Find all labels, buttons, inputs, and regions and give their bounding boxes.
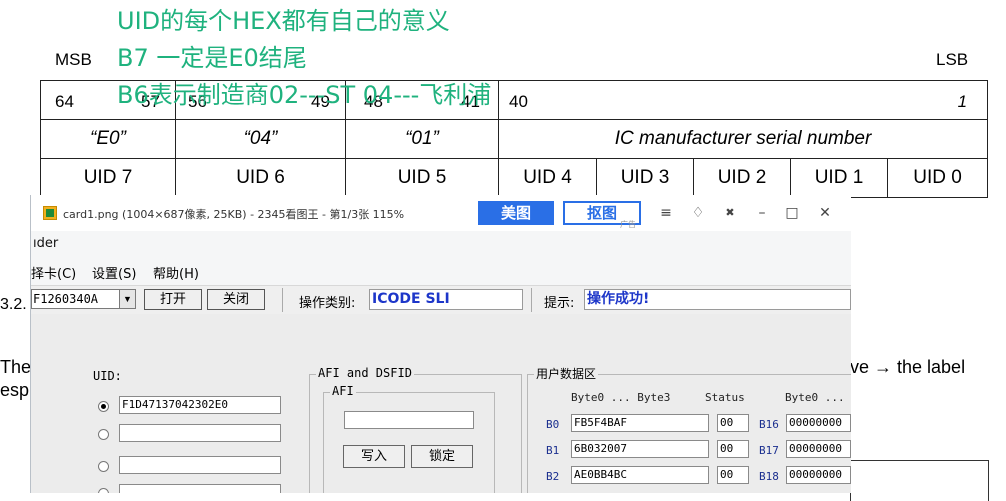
uid-byte-cell: UID 3 <box>596 158 694 198</box>
block-label: B0 <box>546 418 560 431</box>
toolbar-divider <box>531 288 532 312</box>
skin-icon[interactable]: ♢ <box>689 204 707 222</box>
column-header-status: Status <box>705 391 745 404</box>
menu-help[interactable]: 帮助(H) <box>153 263 199 282</box>
uid5-type-code: “01” <box>345 119 499 159</box>
block-label: B18 <box>759 470 779 483</box>
afi-write-button[interactable]: 写入 <box>343 445 405 468</box>
uid-byte-cell: UID 1 <box>790 158 888 198</box>
viewer-title: card1.png (1004×687像素, 25KB) - 2345看图王 -… <box>63 208 405 221</box>
shrink-icon[interactable]: ✖ <box>721 204 739 222</box>
block-status-field[interactable]: 00 <box>717 466 749 484</box>
document-box-fragment <box>850 460 989 501</box>
block-label: B16 <box>759 418 779 431</box>
uid-byte-row: UID 7 UID 6 UID 5 UID 4 UID 3 UID 2 UID … <box>40 158 989 198</box>
bit-label: 64 <box>55 92 74 111</box>
app-title: ıder <box>33 236 59 251</box>
afi-lock-button[interactable]: 锁定 <box>411 445 473 468</box>
block-label: B2 <box>546 470 560 483</box>
user-data-group-title: 用户数据区 <box>534 365 599 382</box>
uid-byte-cell: UID 6 <box>175 158 346 198</box>
uid-byte-cell: UID 7 <box>40 158 176 198</box>
menu-icon[interactable]: ≡ <box>657 204 675 222</box>
uid-group-title: UID: <box>93 369 122 383</box>
block-data-field[interactable]: AE0BB4BC <box>571 466 709 484</box>
image-file-icon <box>43 206 57 220</box>
minimize-icon[interactable]: – <box>753 204 771 222</box>
afi-dsfid-group-title: AFI and DSFID <box>316 366 414 380</box>
close-button[interactable]: 关闭 <box>207 289 265 310</box>
block-label: B17 <box>759 444 779 457</box>
uid-byte-cell: UID 0 <box>886 158 989 198</box>
maximize-icon[interactable]: □ <box>783 204 801 222</box>
toolbar-divider <box>282 288 283 312</box>
serial-number-label: IC manufacturer serial number <box>497 119 989 159</box>
section-number-fragment: 3.2. <box>0 296 27 313</box>
annotation-line-1: UID的每个HEX都有自己的意义 <box>117 7 450 35</box>
hint-field: 操作成功! <box>584 289 851 310</box>
annotation-line-2: B7 一定是E0结尾 <box>117 44 307 72</box>
bit-label: 40 <box>509 92 528 111</box>
close-icon[interactable]: ✕ <box>816 204 834 222</box>
uid-byte-cell: UID 2 <box>693 158 791 198</box>
reader-toolbar: F1260340A ▼ 打开 关闭 操作类别: ICODE SLI 提示: 操作… <box>31 285 851 314</box>
chevron-down-icon[interactable]: ▼ <box>119 289 136 309</box>
menu-settings[interactable]: 设置(S) <box>92 263 136 282</box>
uid-radio-2[interactable] <box>98 429 109 440</box>
value-row: “E0” “04” “01” IC manufacturer serial nu… <box>40 119 989 159</box>
paragraph-fragment-right: ive → the label <box>846 357 966 377</box>
menu-select-card[interactable]: 择卡(C) <box>31 263 76 282</box>
paragraph-fragment-left: esp <box>0 380 30 400</box>
uid-radio-3[interactable] <box>98 461 109 472</box>
column-header-bytes-2: Byte0 ... <box>785 391 845 404</box>
uid-field-4[interactable] <box>119 484 281 493</box>
afi-subgroup: AFI <box>323 384 495 493</box>
block-status-field[interactable]: 00 <box>717 440 749 458</box>
paragraph-fragment-left: The <box>0 357 32 377</box>
bit-label: 1 <box>957 92 968 111</box>
msb-label: MSB <box>55 50 92 69</box>
uid-field-1[interactable]: F1D47137042302E0 <box>119 396 281 414</box>
hint-label: 提示: <box>544 296 575 311</box>
ad-label: 广告 <box>620 220 636 229</box>
column-header-bytes: Byte0 ... Byte3 <box>571 391 671 404</box>
op-type-label: 操作类别: <box>299 296 356 311</box>
uid-byte-cell: UID 4 <box>498 158 597 198</box>
op-type-field: ICODE SLI <box>369 289 523 310</box>
viewer-title-bar: card1.png (1004×687像素, 25KB) - 2345看图王 -… <box>31 195 851 231</box>
block-status-field[interactable]: 00 <box>717 414 749 432</box>
block-data-field[interactable]: FB5F4BAF <box>571 414 709 432</box>
meitu-button[interactable]: 美图 <box>478 201 554 225</box>
afi-subgroup-title: AFI <box>330 384 356 398</box>
block-label: B1 <box>546 444 560 457</box>
block-data-field[interactable]: 00000000 <box>786 466 851 484</box>
uid7-fixed-value: “E0” <box>40 119 176 159</box>
image-viewer-window: card1.png (1004×687像素, 25KB) - 2345看图王 -… <box>30 195 851 493</box>
uid-radio-4[interactable] <box>98 488 109 493</box>
lsb-label: LSB <box>936 50 969 69</box>
afi-input[interactable] <box>344 411 474 429</box>
bit-cell-serial: 40 1 <box>497 80 989 120</box>
annotation-line-3: B6表示制造商02---ST 04---飞利浦 <box>117 81 492 109</box>
uid6-manufacturer-code: “04” <box>175 119 346 159</box>
block-data-field[interactable]: 00000000 <box>786 414 851 432</box>
block-data-field[interactable]: 6B032007 <box>571 440 709 458</box>
uid-field-3[interactable] <box>119 456 281 474</box>
reader-client-area: UID: F1D47137042302E0 AFI and DSFID AFI … <box>31 314 851 493</box>
open-button[interactable]: 打开 <box>144 289 202 310</box>
uid-byte-cell: UID 5 <box>345 158 499 198</box>
block-data-field[interactable]: 00000000 <box>786 440 851 458</box>
uid-field-2[interactable] <box>119 424 281 442</box>
uid-radio-1[interactable] <box>98 401 109 412</box>
